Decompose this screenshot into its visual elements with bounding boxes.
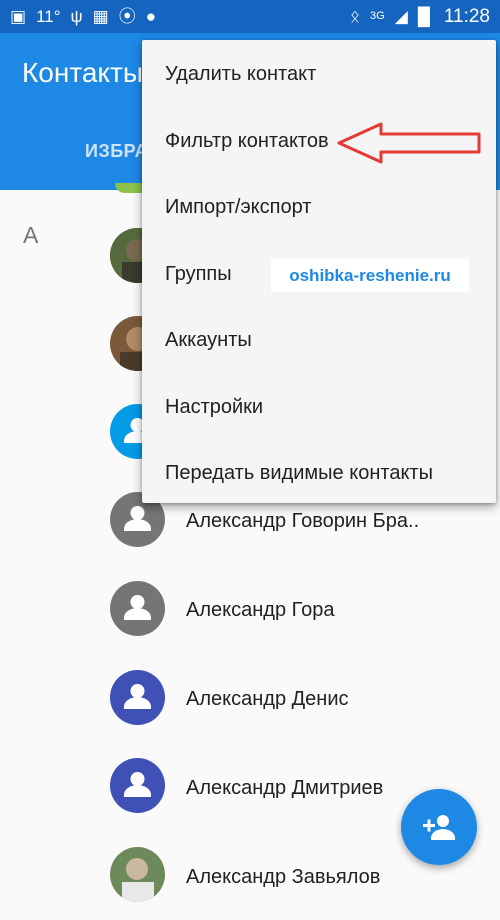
person-icon	[110, 758, 165, 813]
contact-name: Александр Дмитриев	[186, 777, 384, 799]
network-type-text: 3G	[370, 10, 385, 22]
signal-icon: ◢	[394, 7, 408, 26]
menu-item-delete-contact[interactable]: Удалить контакт	[142, 42, 496, 108]
menu-item-label: Фильтр контактов	[165, 130, 329, 152]
usb-icon: ψ	[70, 7, 83, 26]
avatar-photo	[110, 847, 165, 902]
gallery-notification-icon: ▣	[10, 7, 27, 26]
contact-name: Александр Говорин Бра..	[186, 510, 420, 532]
contact-name: Александр Гора	[186, 599, 335, 621]
menu-item-label: Импорт/экспорт	[165, 196, 312, 218]
bluetooth-icon: ᛟ	[349, 7, 361, 26]
menu-item-label: Удалить контакт	[165, 63, 317, 85]
menu-item-label: Аккаунты	[165, 329, 252, 351]
annotation-arrow-icon	[337, 122, 481, 164]
menu-item-label: Группы	[165, 263, 232, 285]
app-notification-icon: ⦿	[118, 7, 136, 26]
add-contact-button[interactable]	[401, 789, 477, 865]
list-item[interactable]: Александр Гора	[0, 566, 500, 654]
contact-name: Александр Денис	[186, 688, 349, 710]
download-notification-icon: ▦	[92, 7, 109, 26]
status-bar: ▣ 11° ψ ▦ ⦿ ● ᛟ 3G ◢ █ 11:28	[0, 0, 500, 33]
list-item[interactable]: Александр Денис	[0, 655, 500, 743]
person-icon	[110, 581, 165, 636]
menu-item-settings[interactable]: Настройки	[142, 375, 496, 441]
menu-item-label: Передать видимые контакты	[165, 462, 433, 484]
contact-name: Александр Завьялов	[186, 866, 381, 888]
temperature-text: 11°	[36, 7, 61, 26]
clock: 11:28	[443, 6, 490, 27]
menu-item-share-visible-contacts[interactable]: Передать видимые контакты	[142, 441, 496, 507]
page-title: Контакты	[22, 57, 143, 88]
tab-favorites[interactable]: ИЗБРА	[85, 141, 148, 162]
person-icon	[110, 670, 165, 725]
menu-item-label: Настройки	[165, 396, 264, 418]
android-icon: ●	[145, 7, 156, 26]
add-person-icon	[423, 815, 455, 840]
watermark: oshibka-reshenie.ru	[271, 259, 469, 292]
menu-item-accounts[interactable]: Аккаунты	[142, 308, 496, 374]
battery-charging-icon: █	[417, 7, 430, 26]
menu-item-import-export[interactable]: Импорт/экспорт	[142, 175, 496, 241]
